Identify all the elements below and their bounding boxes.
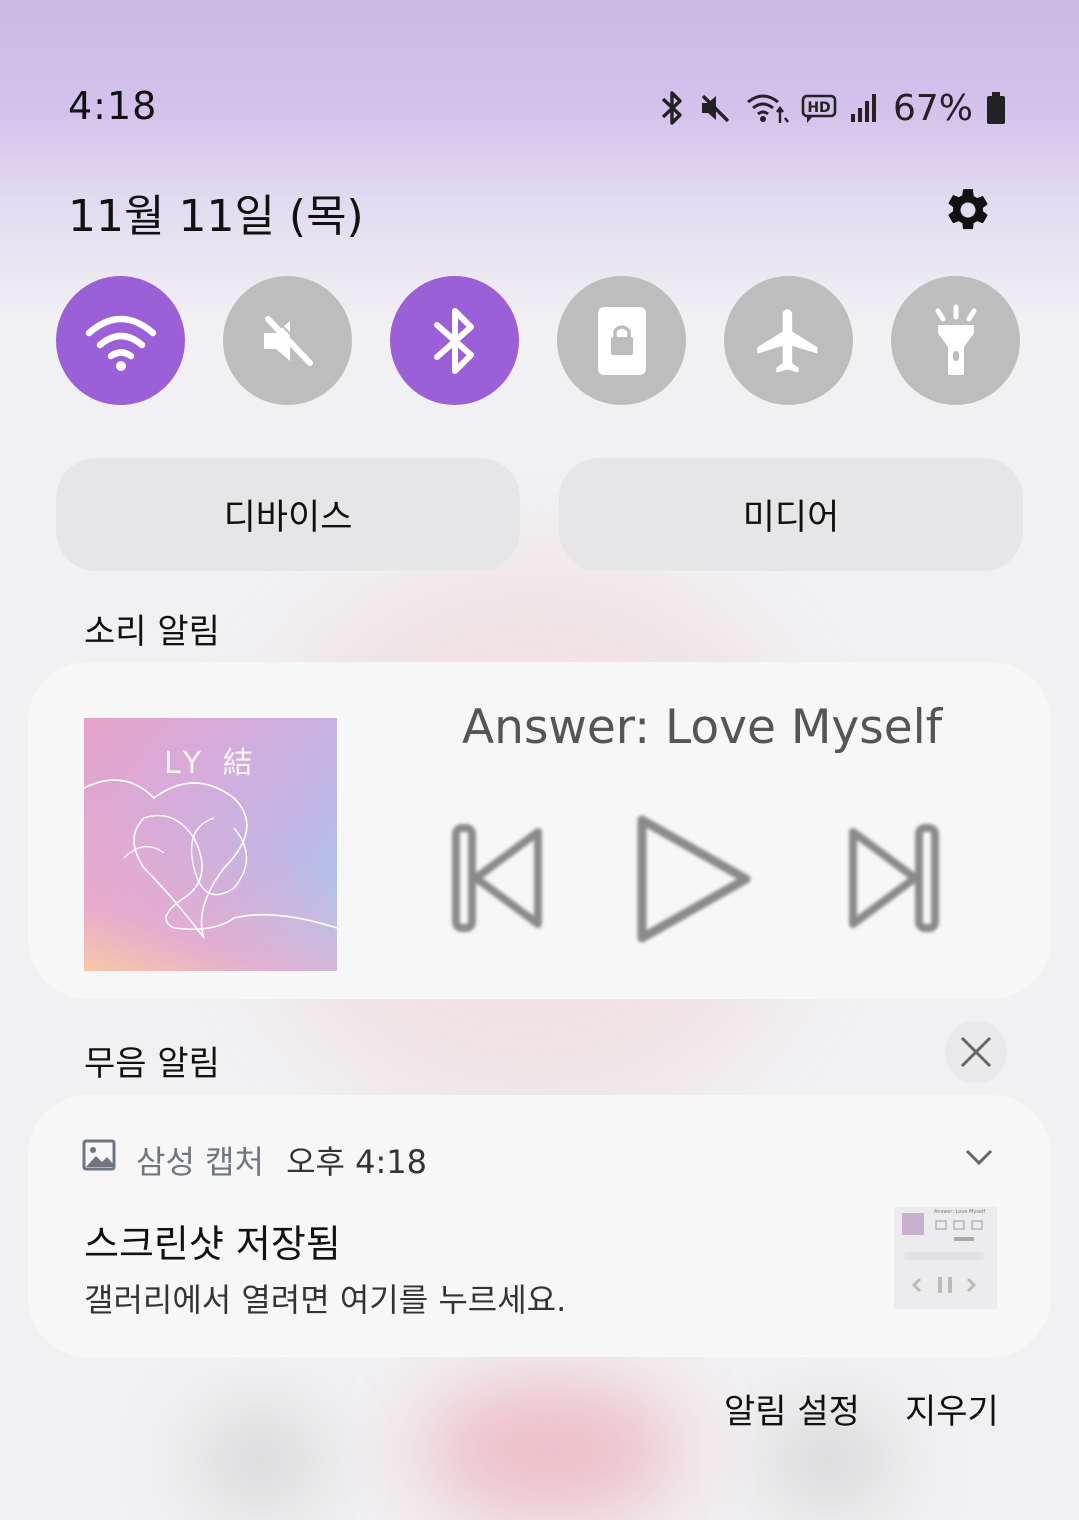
battery-percent: 67% [892, 87, 973, 129]
devices-button[interactable]: 디바이스 [56, 458, 520, 571]
signal-icon [849, 90, 879, 126]
expand-chevron-icon[interactable] [964, 1147, 994, 1171]
clear-all-button[interactable]: 지우기 [905, 1384, 999, 1433]
wifi-data-icon [745, 90, 789, 126]
wifi-toggle[interactable] [56, 276, 185, 405]
bluetooth-toggle[interactable] [390, 276, 519, 405]
status-icons: HD 67% [659, 86, 1007, 130]
bluetooth-icon [659, 90, 685, 126]
track-title: Answer: Love Myself [462, 700, 943, 755]
play-icon [637, 815, 751, 943]
sound-notifications-label: 소리 알림 [84, 612, 220, 652]
sound-toggle[interactable] [223, 276, 352, 405]
next-button[interactable] [843, 822, 943, 938]
media-player-card[interactable]: LY 結 Answer: Love Myself [28, 662, 1051, 999]
gear-icon [948, 189, 988, 230]
notification-time: 오후 4:18 [286, 1143, 428, 1181]
media-button[interactable]: 미디어 [559, 458, 1023, 571]
notification-meta: 삼성 캡처 오후 4:18 [136, 1137, 427, 1183]
notification-body: 갤러리에서 열려면 여기를 누르세요. [84, 1281, 567, 1319]
silent-notifications-label: 무음 알림 [84, 1044, 220, 1084]
flashlight-icon [935, 304, 976, 375]
airplane-mode-toggle[interactable] [724, 276, 853, 405]
hd-voice-icon: HD [801, 90, 837, 126]
wifi-icon [85, 315, 156, 371]
status-bar: 4:18 HD 67% [0, 76, 1079, 140]
mute-icon [697, 90, 733, 126]
previous-icon [452, 824, 542, 932]
background-blur-gray-left [200, 1420, 320, 1500]
previous-button[interactable] [448, 822, 548, 938]
rotation-lock-icon [597, 306, 646, 375]
bluetooth-icon [433, 307, 474, 374]
clear-silent-button[interactable] [945, 1021, 1007, 1083]
auto-rotate-toggle[interactable] [557, 276, 686, 405]
close-icon [960, 1036, 992, 1068]
battery-icon [985, 90, 1007, 126]
notification-title: 스크린샷 저장됨 [84, 1222, 341, 1266]
next-icon [849, 824, 939, 932]
date-label: 11월 11일 (목) [68, 191, 364, 242]
album-art: LY 結 [84, 718, 337, 971]
settings-button[interactable] [940, 182, 996, 238]
album-heart-drawing [84, 779, 337, 939]
notification-app-name: 삼성 캡처 [136, 1143, 264, 1181]
play-button[interactable] [632, 812, 756, 950]
mute-icon [263, 313, 315, 366]
gallery-image-icon [82, 1139, 116, 1175]
status-time: 4:18 [68, 84, 158, 128]
quick-settings-row [56, 276, 1022, 406]
thumbnail-controls-icon [904, 1220, 984, 1293]
svg-text:HD: HD [807, 100, 830, 116]
screenshot-thumbnail: Answer: Love Myself [894, 1207, 997, 1309]
background-blur-bottom [420, 1380, 680, 1520]
airplane-icon [756, 308, 817, 373]
notification-settings-button[interactable]: 알림 설정 [724, 1384, 860, 1433]
screenshot-notification-card[interactable]: 삼성 캡처 오후 4:18 스크린샷 저장됨 갤러리에서 열려면 여기를 누르세… [28, 1095, 1051, 1357]
flashlight-toggle[interactable] [891, 276, 1020, 405]
header-background [0, 0, 1079, 320]
